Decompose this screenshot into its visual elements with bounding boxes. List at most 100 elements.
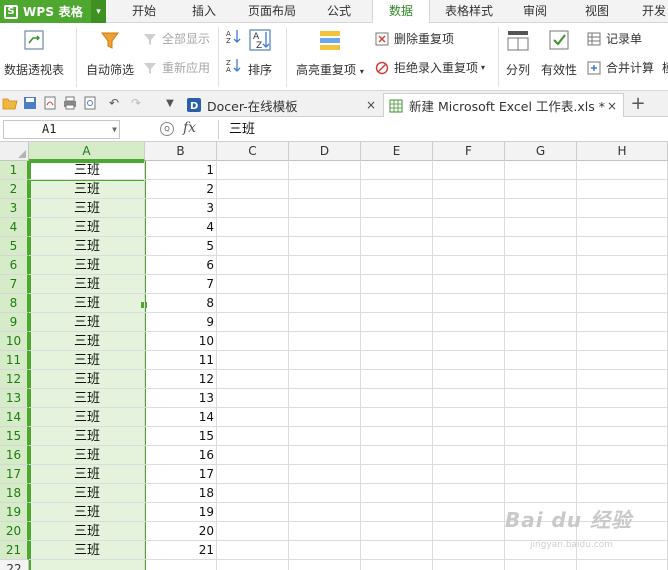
row-header[interactable]: 13 (0, 389, 29, 408)
show-all-button[interactable]: 全部显示 (142, 30, 210, 47)
cell-a[interactable]: 三班 (29, 256, 145, 275)
cell-a[interactable]: 三班 (29, 503, 145, 522)
print-icon[interactable] (62, 95, 78, 111)
cell-b[interactable]: 2 (145, 180, 217, 199)
cell-b[interactable]: 8 (145, 294, 217, 313)
cell-b[interactable]: 21 (145, 541, 217, 560)
row-header[interactable]: 8 (0, 294, 29, 313)
row-header[interactable]: 15 (0, 427, 29, 446)
row-header[interactable]: 22 (0, 560, 29, 570)
cell-a[interactable]: 三班 (29, 427, 145, 446)
cell-b[interactable]: 19 (145, 503, 217, 522)
menu-tab-insert[interactable]: 插入 (182, 0, 226, 23)
redo-icon[interactable]: ↷ (128, 95, 144, 111)
cell-a[interactable]: 三班 (29, 218, 145, 237)
cell-b[interactable]: 11 (145, 351, 217, 370)
fx-icon[interactable]: fx (183, 120, 196, 136)
cell-a[interactable]: 三班 (29, 389, 145, 408)
name-box[interactable]: A1 ▼ (3, 120, 120, 139)
column-header-b[interactable]: B (145, 142, 217, 161)
row-header[interactable]: 1 (0, 161, 29, 180)
row-header[interactable]: 19 (0, 503, 29, 522)
menu-tab-data[interactable]: 数据 (372, 0, 430, 24)
cell-a[interactable]: 三班 (29, 484, 145, 503)
column-header-a[interactable]: A (29, 142, 145, 161)
ribbon-overflow-label[interactable]: 模 (662, 59, 668, 76)
cell-b[interactable]: 14 (145, 408, 217, 427)
column-header-f[interactable]: F (433, 142, 505, 161)
row-header[interactable]: 6 (0, 256, 29, 275)
menu-tab-home[interactable]: 开始 (120, 0, 168, 23)
consolidate-button[interactable]: 合并计算 模 (586, 59, 668, 76)
cell-b[interactable]: 18 (145, 484, 217, 503)
column-header-d[interactable]: D (289, 142, 361, 161)
chevron-down-icon[interactable]: ▼ (112, 121, 117, 138)
cell-b[interactable]: 3 (145, 199, 217, 218)
tab-excel-workbook[interactable]: 新建 Microsoft Excel 工作表.xls * × (383, 93, 624, 117)
export-pdf-icon[interactable] (42, 95, 58, 111)
data-validation-button[interactable]: 有效性 (541, 28, 577, 78)
row-header[interactable]: 7 (0, 275, 29, 294)
column-header-c[interactable]: C (217, 142, 289, 161)
cell-a[interactable]: 三班 (29, 446, 145, 465)
print-preview-icon[interactable] (82, 95, 98, 111)
cell-a[interactable]: 三班 (29, 275, 145, 294)
cell-b[interactable]: 10 (145, 332, 217, 351)
row-header[interactable]: 14 (0, 408, 29, 427)
row-header[interactable]: 16 (0, 446, 29, 465)
formula-input[interactable]: 三班 (218, 120, 666, 139)
autofilter-button[interactable]: 自动筛选 (86, 28, 134, 78)
cell-a[interactable]: 三班 (29, 465, 145, 484)
cell-b[interactable]: 1 (145, 161, 217, 180)
cell-b[interactable]: 7 (145, 275, 217, 294)
row-header[interactable]: 10 (0, 332, 29, 351)
chevron-down-icon[interactable]: ▾ (91, 0, 106, 23)
row-header[interactable]: 21 (0, 541, 29, 560)
cell-a[interactable]: 三班 (29, 522, 145, 541)
row-header[interactable]: 17 (0, 465, 29, 484)
cell-a[interactable]: 三班 (29, 237, 145, 256)
cell-a[interactable] (29, 560, 145, 570)
menu-tab-developer[interactable]: 开发 (634, 0, 668, 23)
save-icon[interactable] (22, 95, 38, 111)
pivot-table-button[interactable]: 数据透视表 (4, 28, 64, 78)
reject-duplicates-button[interactable]: 拒绝录入重复项 ▾ (374, 59, 485, 76)
cell-b[interactable]: 16 (145, 446, 217, 465)
new-tab-icon[interactable]: + (630, 93, 646, 114)
row-header[interactable]: 3 (0, 199, 29, 218)
cell-b[interactable]: 20 (145, 522, 217, 541)
menu-tab-review[interactable]: 审阅 (512, 0, 558, 23)
row-header[interactable]: 9 (0, 313, 29, 332)
row-header[interactable]: 20 (0, 522, 29, 541)
text-to-columns-button[interactable]: 分列 (506, 28, 530, 78)
row-header[interactable]: 2 (0, 180, 29, 199)
select-all-corner[interactable] (0, 142, 29, 161)
cell-a[interactable]: 三班 (29, 332, 145, 351)
tab-docer-templates[interactable]: D Docer-在线模板 × (182, 93, 382, 117)
menu-tab-page-layout[interactable]: 页面布局 (240, 0, 304, 23)
cell-a[interactable]: 三班 (29, 541, 145, 560)
cell-b[interactable]: 13 (145, 389, 217, 408)
cell-b[interactable]: 17 (145, 465, 217, 484)
highlight-duplicates-button[interactable]: 高亮重复项 ▾ (296, 28, 364, 78)
cell-a[interactable]: 三班 (29, 161, 145, 180)
sort-button[interactable]: AZ 排序 (248, 28, 272, 78)
cell-a[interactable]: 三班 (29, 180, 145, 199)
cell-b[interactable]: 12 (145, 370, 217, 389)
cell-b[interactable]: 6 (145, 256, 217, 275)
menu-tab-formula[interactable]: 公式 (316, 0, 362, 23)
cell-b[interactable]: 15 (145, 427, 217, 446)
zoom-formula-icon[interactable]: Q (160, 122, 174, 136)
cell-b[interactable] (145, 560, 217, 570)
row-header[interactable]: 4 (0, 218, 29, 237)
cell-a[interactable]: 三班 (29, 313, 145, 332)
cell-b[interactable]: 4 (145, 218, 217, 237)
delete-duplicates-button[interactable]: 删除重复项 (374, 30, 454, 47)
row-header[interactable]: 11 (0, 351, 29, 370)
row-header[interactable]: 12 (0, 370, 29, 389)
menu-tab-table-style[interactable]: 表格样式 (436, 0, 502, 23)
cell-a[interactable]: 三班 (29, 408, 145, 427)
cell-a[interactable]: 三班 (29, 199, 145, 218)
app-menu-button[interactable]: S WPS 表格 ▾ (0, 0, 106, 23)
record-form-button[interactable]: 记录单 (586, 30, 642, 47)
